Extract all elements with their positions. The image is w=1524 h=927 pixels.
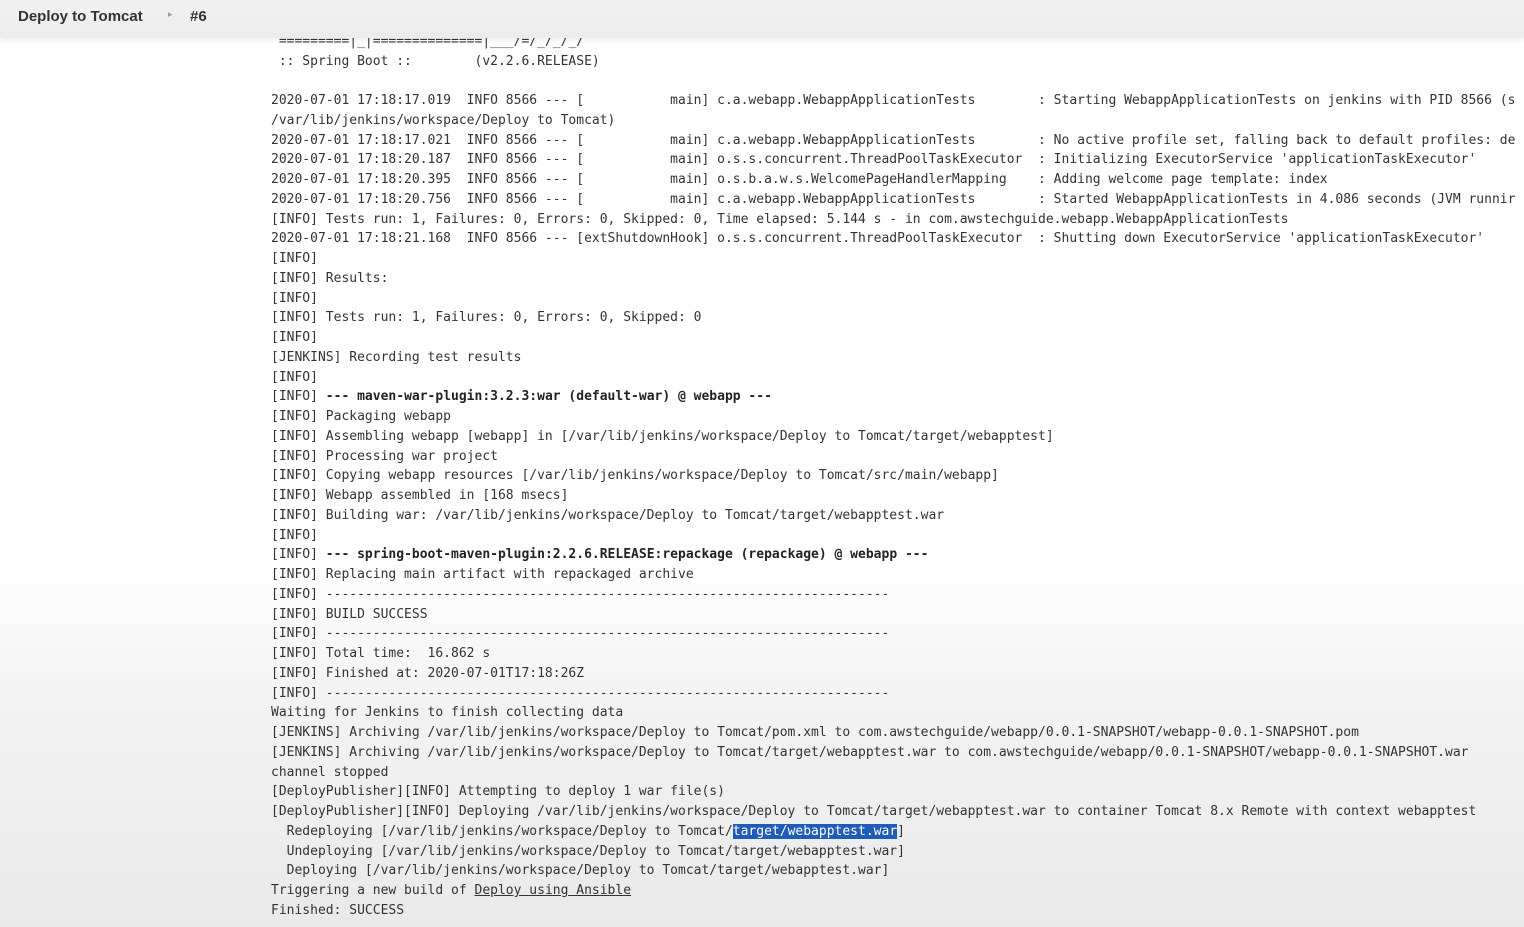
console-line: [DeployPublisher][INFO] Deploying /var/l… [271,804,1477,819]
console-line: [INFO] [271,370,318,385]
console-line: [DeployPublisher][INFO] Attempting to de… [271,784,725,799]
breadcrumb-bar: Deploy to Tomcat ▸ #6 [0,0,1524,38]
selected-text[interactable]: target/webapptest.war [732,824,898,839]
console-line: [INFO] Assembling webapp [webapp] in [/v… [271,429,1054,444]
console-line: [INFO] Webapp assembled in [168 msecs] [271,488,569,503]
console-line: channel stopped [271,765,389,780]
downstream-job-link[interactable]: Deploy using Ansible [475,883,632,898]
console-line: /var/lib/jenkins/workspace/Deploy to Tom… [271,113,616,128]
plugin-heading: --- maven-war-plugin:3.2.3:war (default-… [325,389,772,404]
console-line: [INFO] Building war: /var/lib/jenkins/wo… [271,508,945,523]
console-line: [INFO] --- spring-boot-maven-plugin:2.2.… [271,545,928,565]
console-line-prefix: [INFO] [271,547,326,562]
console-line: Triggering a new build of Deploy using A… [271,881,631,901]
console-line: [INFO] ---------------------------------… [271,686,890,701]
breadcrumb-separator-icon[interactable]: ▸ [168,10,173,20]
console-line-text: ] [897,824,905,839]
console-line: [INFO] Results: [271,271,389,286]
console-line-text: Triggering a new build of [271,883,475,898]
console-line: [JENKINS] Archiving /var/lib/jenkins/wor… [271,725,1359,740]
console-line-banner: :: Spring Boot :: (v2.2.6.RELEASE) [271,54,600,69]
console-output: =========|_|==============|___/=/_/_/_/ … [271,0,1524,927]
console-line: 2020-07-01 17:18:20.756 INFO 8566 --- [ … [271,192,1516,207]
breadcrumb-build-number[interactable]: #6 [190,8,207,25]
console-line: [INFO] [271,528,318,543]
breadcrumb-job-link[interactable]: Deploy to Tomcat [18,8,143,25]
console-line: [INFO] Tests run: 1, Failures: 0, Errors… [271,212,1289,227]
console-line: [INFO] Total time: 16.862 s [271,646,491,661]
console-line: [INFO] Packaging webapp [271,409,452,424]
plugin-heading: --- spring-boot-maven-plugin:2.2.6.RELEA… [325,547,929,562]
console-line-prefix: [INFO] [271,389,326,404]
console-line: 2020-07-01 17:18:20.395 INFO 8566 --- [ … [271,172,1328,187]
console-line: [INFO] Replacing main artifact with repa… [271,567,694,582]
console-line: [INFO] Processing war project [271,449,498,464]
console-line: [INFO] [271,291,318,306]
console-line: [INFO] Copying webapp resources [/var/li… [271,468,999,483]
console-line: [INFO] Tests run: 1, Failures: 0, Errors… [271,310,702,325]
console-line: [JENKINS] Recording test results [271,350,522,365]
console-line: [INFO] ---------------------------------… [271,587,890,602]
console-line: 2020-07-01 17:18:21.168 INFO 8566 --- [e… [271,231,1485,246]
console-line: Deploying [/var/lib/jenkins/workspace/De… [271,863,890,878]
console-line: [INFO] Finished at: 2020-07-01T17:18:26Z [271,666,585,681]
console-line: 2020-07-01 17:18:17.019 INFO 8566 --- [ … [271,93,1516,108]
console-line: Waiting for Jenkins to finish collecting… [271,705,624,720]
console-line: [JENKINS] Archiving /var/lib/jenkins/wor… [271,745,1469,760]
console-line: [INFO] --- maven-war-plugin:3.2.3:war (d… [271,387,772,407]
console-line: 2020-07-01 17:18:17.021 INFO 8566 --- [ … [271,133,1516,148]
console-line: Redeploying [/var/lib/jenkins/workspace/… [271,822,905,842]
console-line: [INFO] ---------------------------------… [271,626,890,641]
console-line: [INFO] [271,330,318,345]
console-line: [INFO] BUILD SUCCESS [271,607,428,622]
breadcrumb-leading-marker [0,10,4,26]
console-line: 2020-07-01 17:18:20.187 INFO 8566 --- [ … [271,152,1477,167]
console-line-text: Redeploying [/var/lib/jenkins/workspace/… [271,824,733,839]
console-line: [INFO] [271,251,318,266]
console-line: Undeploying [/var/lib/jenkins/workspace/… [271,844,905,859]
console-line-status: Finished: SUCCESS [271,903,405,918]
